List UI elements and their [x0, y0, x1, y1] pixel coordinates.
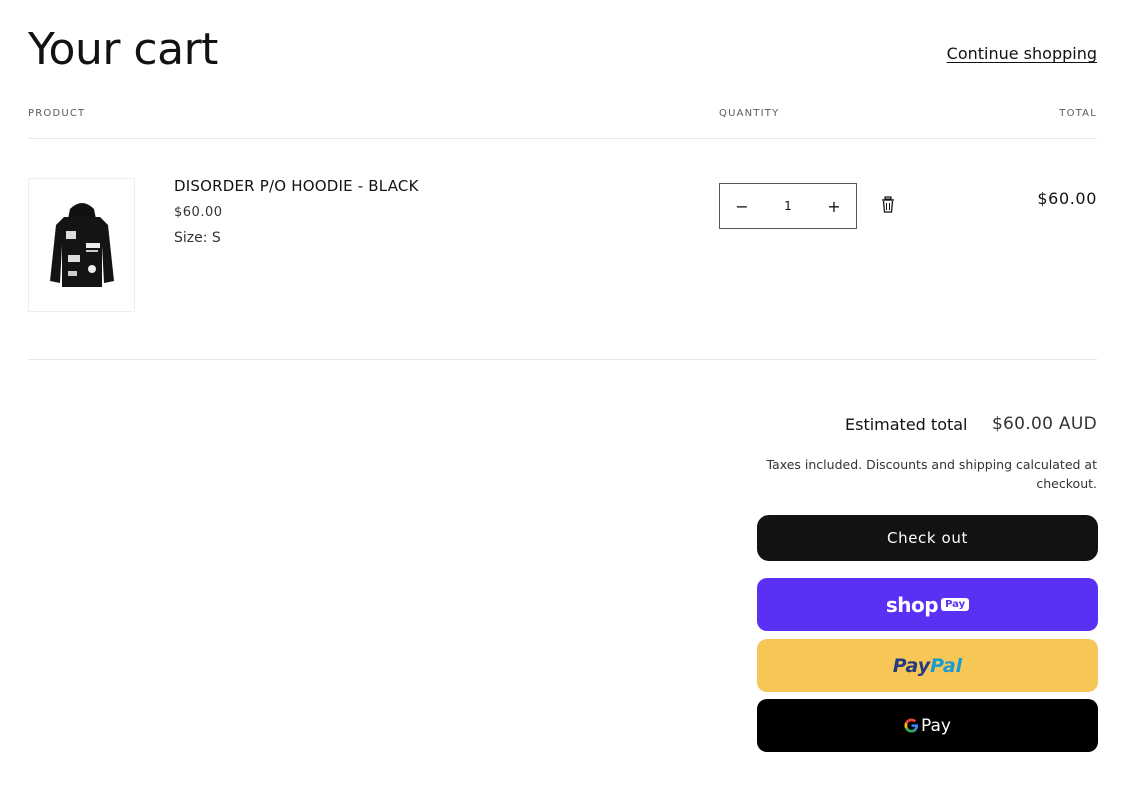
- paypal-button[interactable]: Pay Pal: [757, 639, 1098, 692]
- estimated-total-value: $60.00 AUD: [991, 414, 1097, 434]
- google-pay-label: Pay: [921, 715, 951, 736]
- continue-shopping-link[interactable]: Continue shopping: [947, 44, 1097, 63]
- tax-note: Taxes included. Discounts and shipping c…: [766, 457, 1097, 491]
- page-title: Your cart: [28, 24, 218, 75]
- estimated-total-label: Estimated total: [845, 415, 968, 434]
- quantity-stepper: − 1 +: [719, 183, 857, 229]
- product-unit-price: $60.00: [174, 205, 223, 220]
- column-header-quantity: QUANTITY: [719, 108, 780, 119]
- trash-icon[interactable]: [880, 196, 896, 214]
- quantity-input[interactable]: 1: [784, 199, 792, 213]
- shop-pay-badge: Pay: [941, 598, 970, 611]
- product-name-link[interactable]: DISORDER P/O HOODIE - BLACK: [174, 177, 419, 195]
- increase-quantity-button[interactable]: +: [824, 197, 844, 216]
- google-pay-button[interactable]: Pay: [757, 699, 1098, 752]
- paypal-logo-pay: Pay: [892, 654, 931, 677]
- hoodie-image: [49, 203, 114, 287]
- product-size: Size: S: [174, 230, 221, 246]
- divider: [28, 138, 1097, 139]
- decrease-quantity-button[interactable]: −: [732, 197, 752, 216]
- column-header-product: PRODUCT: [28, 108, 86, 119]
- paypal-logo-pal: Pal: [930, 654, 963, 677]
- line-item-total: $60.00: [1037, 189, 1097, 208]
- checkout-button[interactable]: Check out: [757, 515, 1098, 561]
- product-image[interactable]: [28, 178, 135, 312]
- shop-pay-button[interactable]: shop Pay: [757, 578, 1098, 631]
- column-header-total: TOTAL: [1059, 108, 1097, 119]
- divider: [28, 359, 1097, 360]
- shop-pay-logo: shop: [885, 592, 939, 617]
- google-g-icon: [904, 716, 919, 736]
